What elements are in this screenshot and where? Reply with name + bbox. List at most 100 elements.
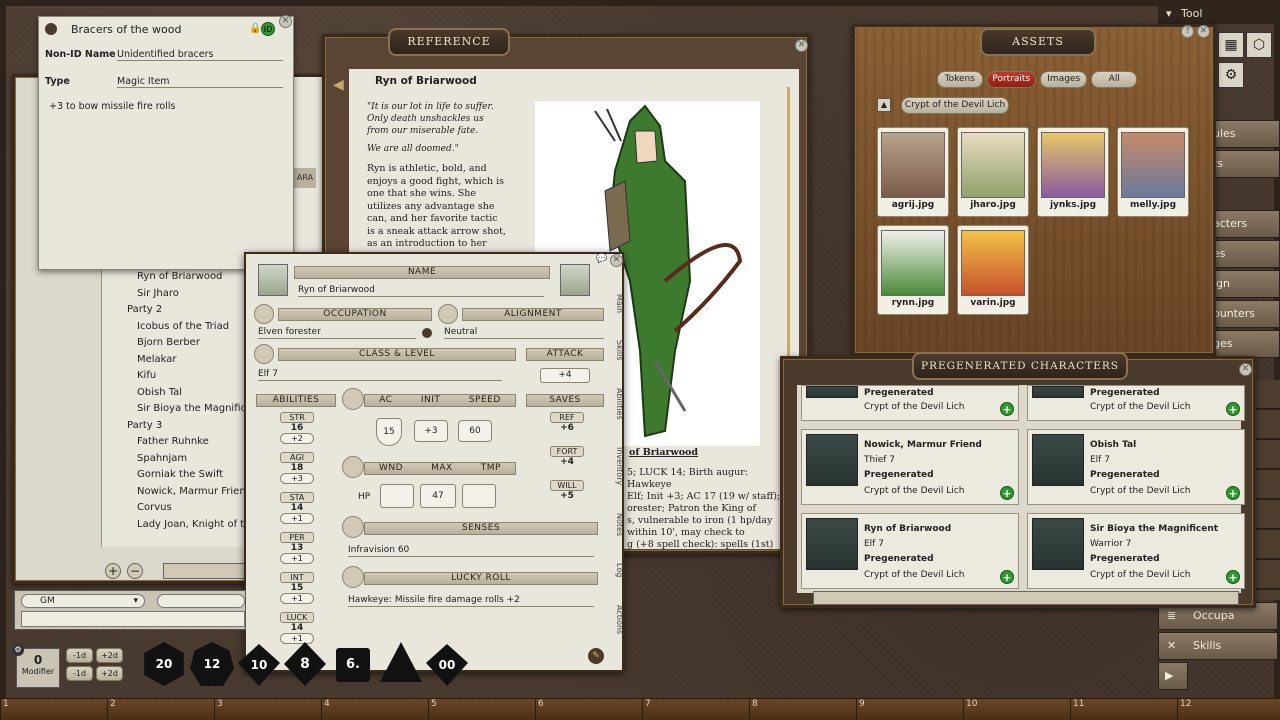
pregen-card[interactable]: Nowick, Marmur Friend Thief 7 Pregenerat… bbox=[801, 429, 1019, 505]
close-icon[interactable]: ✕ bbox=[795, 39, 808, 52]
tab-inventory[interactable]: Inventory bbox=[610, 447, 624, 485]
remove-item-button[interactable]: − bbox=[127, 563, 143, 579]
hotkey-slot[interactable]: 7 bbox=[642, 699, 749, 720]
minus-1d-button[interactable]: -1d bbox=[66, 648, 93, 663]
tab-skills[interactable]: Skills bbox=[610, 340, 624, 361]
add-item-button[interactable]: + bbox=[105, 563, 121, 579]
filter-portraits[interactable]: Portraits bbox=[986, 71, 1036, 88]
d12-icon[interactable]: 12 bbox=[190, 642, 234, 686]
minus-1d-button[interactable]: -1d bbox=[66, 666, 93, 681]
asset-tile[interactable]: jynks.jpg bbox=[1037, 127, 1109, 217]
pregen-card[interactable]: Pregenerated Crypt of the Devil Lich + bbox=[801, 385, 1019, 421]
tab-main[interactable]: Main bbox=[610, 294, 624, 313]
add-character-button[interactable]: + bbox=[1226, 486, 1240, 500]
tab-actions[interactable]: Actions bbox=[610, 605, 624, 634]
attack-value[interactable]: +4 bbox=[540, 368, 590, 383]
modifier-settings-icon[interactable]: ⚙ bbox=[12, 644, 24, 656]
hotkey-slot[interactable]: 4 bbox=[321, 699, 428, 720]
side-stub-tab[interactable]: ARA bbox=[294, 168, 316, 188]
dice-icon[interactable]: ⬡ bbox=[1246, 32, 1272, 58]
filter-all[interactable]: All bbox=[1091, 71, 1137, 88]
tool-panel-header[interactable]: ▾ Tool bbox=[1158, 4, 1280, 24]
d4-icon[interactable] bbox=[380, 642, 422, 682]
chat-icon[interactable]: 💬 bbox=[596, 254, 607, 264]
hotkey-slot[interactable]: 2 bbox=[107, 699, 214, 720]
close-icon[interactable]: ✕ bbox=[1239, 363, 1252, 376]
d6-icon[interactable]: 6. bbox=[336, 648, 370, 682]
asset-tile[interactable]: varin.jpg bbox=[957, 225, 1029, 315]
hp-max-field[interactable]: 47 bbox=[420, 484, 456, 508]
type-value[interactable]: Magic Item bbox=[117, 76, 283, 88]
hotkey-slot[interactable]: 5 bbox=[428, 699, 535, 720]
hotkey-slot[interactable]: 3 bbox=[214, 699, 321, 720]
folder-path[interactable]: Crypt of the Devil Lich bbox=[901, 97, 1009, 114]
add-character-button[interactable]: + bbox=[1000, 402, 1014, 416]
add-character-button[interactable]: + bbox=[1226, 570, 1240, 584]
ability-agi[interactable]: AGI 18 +3 bbox=[280, 452, 314, 492]
edit-pencil-icon[interactable]: ✎ bbox=[588, 648, 604, 664]
ability-int[interactable]: INT 15 +1 bbox=[280, 572, 314, 612]
alignment-field[interactable]: Neutral bbox=[444, 326, 604, 339]
save-ref[interactable]: REF +6 bbox=[550, 412, 584, 446]
filter-tokens[interactable]: Tokens bbox=[937, 71, 983, 88]
chat-mode-select[interactable] bbox=[157, 594, 245, 608]
init-value[interactable]: +3 bbox=[414, 420, 448, 442]
senses-field[interactable]: Infravision 60 bbox=[348, 544, 594, 557]
nonid-value[interactable]: Unidentified bracers bbox=[117, 49, 283, 61]
hotkey-slot[interactable]: 6 bbox=[535, 699, 642, 720]
ac-shield[interactable]: 15 bbox=[376, 418, 402, 446]
d8-icon[interactable]: 8 bbox=[284, 642, 326, 686]
alignment-picker-icon[interactable] bbox=[422, 328, 432, 338]
tab-notes[interactable]: Notes bbox=[610, 513, 624, 536]
ability-str[interactable]: STR 16 +2 bbox=[280, 412, 314, 452]
sheet-portrait-left[interactable] bbox=[258, 264, 288, 296]
pregen-card[interactable]: Pregenerated Crypt of the Devil Lich + bbox=[1027, 385, 1245, 421]
tab-abilities[interactable]: Abilities bbox=[610, 388, 624, 420]
gear-icon[interactable]: ⚙ bbox=[1218, 62, 1244, 88]
chat-input[interactable] bbox=[21, 611, 245, 627]
item-link-icon[interactable] bbox=[45, 23, 57, 35]
tab-log[interactable]: Log bbox=[610, 563, 624, 577]
reference-back-arrow[interactable]: ◀ bbox=[333, 77, 344, 93]
d100-icon[interactable]: 00 bbox=[426, 644, 468, 686]
folder-up-button[interactable]: ▲ bbox=[877, 98, 891, 112]
class-field[interactable]: Elf 7 bbox=[258, 368, 502, 381]
add-character-button[interactable]: + bbox=[1226, 402, 1240, 416]
add-character-button[interactable]: + bbox=[1000, 486, 1014, 500]
asset-tile[interactable]: melly.jpg bbox=[1117, 127, 1189, 217]
asset-tile[interactable]: rynn.jpg bbox=[877, 225, 949, 315]
speed-value[interactable]: 60 bbox=[458, 420, 492, 442]
pregen-filter-input[interactable] bbox=[813, 591, 1239, 605]
hotkey-slot[interactable]: 9 bbox=[856, 699, 963, 720]
pregen-card[interactable]: Ryn of Briarwood Elf 7 Pregenerated Cryp… bbox=[801, 513, 1019, 589]
item-description[interactable]: +3 to bow missile fire rolls bbox=[49, 101, 175, 112]
filter-images[interactable]: Images bbox=[1039, 71, 1088, 88]
sidebar-play-button[interactable]: ▶ bbox=[1158, 662, 1188, 690]
modifier-box[interactable]: 0 Modifier bbox=[16, 648, 60, 688]
pregen-card[interactable]: Sir Bioya the Magnificent Warrior 7 Preg… bbox=[1027, 513, 1245, 589]
asset-tile[interactable]: agrij.jpg bbox=[877, 127, 949, 217]
asset-tile[interactable]: jharo.jpg bbox=[957, 127, 1029, 217]
sidebar-item-skills[interactable]: ✕ Skills bbox=[1158, 632, 1278, 660]
lucky-roll-field[interactable]: Hawkeye: Missile fire damage rolls +2 bbox=[348, 594, 594, 607]
hp-wounds-field[interactable] bbox=[380, 484, 414, 508]
calendar-icon[interactable]: ▦ bbox=[1218, 32, 1244, 58]
hp-temp-field[interactable] bbox=[462, 484, 496, 508]
pregen-card[interactable]: Obish Tal Elf 7 Pregenerated Crypt of th… bbox=[1027, 429, 1245, 505]
identity-select[interactable]: GM ▾ bbox=[21, 594, 145, 608]
hotkey-slot[interactable]: 8 bbox=[749, 699, 856, 720]
hotkey-slot[interactable]: 12 bbox=[1177, 699, 1280, 720]
identified-toggle-icon[interactable]: ID bbox=[261, 22, 275, 36]
save-will[interactable]: WILL +5 bbox=[550, 480, 584, 514]
name-field[interactable]: Ryn of Briarwood bbox=[298, 284, 544, 297]
plus-2d-button[interactable]: +2d bbox=[96, 666, 123, 681]
add-character-button[interactable]: + bbox=[1000, 570, 1014, 584]
hotkey-slot[interactable]: 1 bbox=[0, 699, 107, 720]
plus-2d-button[interactable]: +2d bbox=[96, 648, 123, 663]
lock-icon[interactable]: 🔒 bbox=[249, 23, 261, 34]
sheet-portrait-right[interactable] bbox=[560, 264, 590, 296]
close-icon[interactable]: ✕ bbox=[279, 15, 292, 28]
hotkey-slot[interactable]: 10 bbox=[963, 699, 1070, 720]
occupation-field[interactable]: Elven forester bbox=[258, 326, 416, 339]
close-icon[interactable]: ✕ bbox=[1197, 25, 1210, 38]
